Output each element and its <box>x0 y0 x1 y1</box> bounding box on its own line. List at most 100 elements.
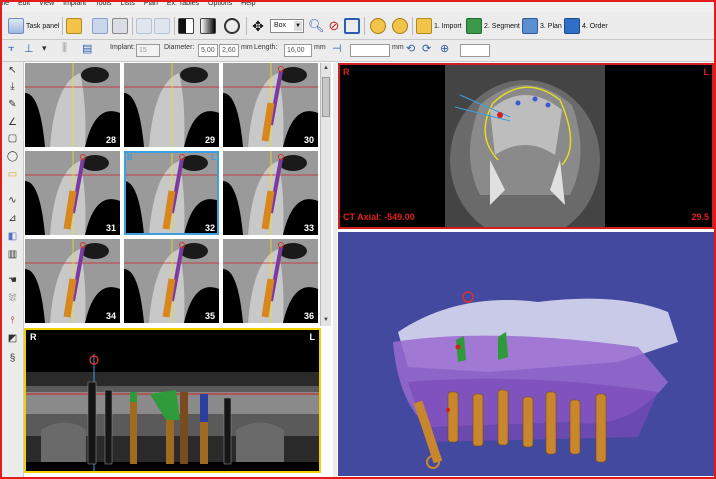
slice-number: 31 <box>105 223 116 233</box>
menu-item[interactable]: Implant <box>63 2 86 8</box>
redo-button[interactable] <box>154 16 170 36</box>
menu-item[interactable]: Tools <box>95 2 111 8</box>
grid-scrollbar[interactable]: ▲ ▼ <box>320 63 331 326</box>
angle-tool-icon[interactable]: ∠ <box>6 116 19 129</box>
menu-item[interactable]: Ex. Tables <box>167 2 199 8</box>
offset-unit: mm <box>392 44 404 51</box>
view-mode-select[interactable]: Box ▼ <box>270 19 304 33</box>
hand-icon[interactable]: ☚ <box>6 274 19 287</box>
ellipse-icon[interactable]: ◯ <box>6 150 19 163</box>
density-icon[interactable]: ▥ <box>6 248 19 261</box>
rotate-implant-icon[interactable]: ⟲ <box>406 42 415 55</box>
undo-button[interactable] <box>136 16 152 36</box>
step-order-button[interactable]: 4. Order <box>564 16 608 36</box>
angle-field[interactable] <box>460 44 490 57</box>
cross-section-slice[interactable]: 28 <box>25 63 120 147</box>
menu-item[interactable]: Lists <box>120 2 134 8</box>
fill-icon[interactable]: ◩ <box>6 332 19 345</box>
open-button[interactable] <box>66 16 82 36</box>
implant-info-button[interactable] <box>370 16 386 36</box>
menu-item[interactable]: Options <box>208 2 232 8</box>
cross-section-grid: 28 29 30 31 B L 32 33 34 35 36 <box>25 63 319 326</box>
cross-section-slice[interactable]: 35 <box>124 239 219 323</box>
task-panel-icon <box>8 18 24 34</box>
menu-item[interactable]: View <box>39 2 54 8</box>
cross-section-slice[interactable]: 31 <box>25 151 120 235</box>
scroll-down-icon[interactable]: ▼ <box>322 316 330 325</box>
menu-bar: ile Edit View Implant Tools Lists Plan Ex. Tabl… <box>2 2 714 12</box>
3d-render-view[interactable] <box>338 232 714 476</box>
separator <box>174 17 175 35</box>
slice-number: 29 <box>204 135 215 145</box>
window-level-button[interactable] <box>200 16 216 36</box>
panoramic-image <box>26 354 319 471</box>
panoramic-left-label: L <box>309 332 316 342</box>
implant-tool-icon[interactable]: ⫯ <box>6 314 19 327</box>
zoom-reset-icon: ⊘ <box>328 18 340 33</box>
step-import-button[interactable]: 1. Import <box>416 16 462 36</box>
rotate-button[interactable] <box>224 16 240 36</box>
axial-left-label: L <box>703 67 710 77</box>
panoramic-view[interactable]: R L <box>24 328 321 473</box>
step-segment-button[interactable]: 2. Segment <box>466 16 520 36</box>
tilt-implant-icon[interactable]: ⟳ <box>422 42 431 55</box>
pointer-icon[interactable]: ↖ <box>6 64 19 77</box>
implant-settings-button[interactable] <box>392 16 408 36</box>
cross-section-slice[interactable]: 36 <box>223 239 318 323</box>
annotation-icon[interactable]: ▭ <box>6 168 19 181</box>
slice-number: 34 <box>105 311 116 321</box>
nerve-curve-icon[interactable]: ∿ <box>6 194 19 207</box>
3d-model <box>393 291 678 469</box>
move-arrows-icon: ✥ <box>252 18 264 34</box>
cross-section-slice[interactable]: 33 <box>223 151 318 235</box>
cross-section-slice[interactable]: 34 <box>25 239 120 323</box>
ct-axial-view[interactable]: R L CT Axial: -549.00 29.5 <box>338 63 714 229</box>
implant-number-field[interactable]: 15 <box>136 44 160 57</box>
panel-splitter[interactable] <box>333 63 337 477</box>
length-field[interactable]: 16,00 <box>284 44 312 57</box>
contrast-button[interactable] <box>178 16 194 36</box>
lingual-tag: L <box>211 153 216 162</box>
diameter-field[interactable]: 5,00 <box>198 44 218 57</box>
zoom-reset-button[interactable]: ⊘ <box>326 16 342 36</box>
step-plan-button[interactable]: 3. Plan <box>522 16 562 36</box>
implant-add-icon[interactable]: ⊥ <box>24 42 34 55</box>
measure-icon[interactable]: ⊣ <box>332 42 342 55</box>
cross-section-slice[interactable]: 29 <box>124 63 219 147</box>
import-folder-icon <box>416 18 432 34</box>
fit-view-button[interactable] <box>344 16 360 36</box>
cross-section-slice[interactable]: 30 <box>223 63 318 147</box>
menu-item[interactable]: Help <box>241 2 255 8</box>
length-label: Length: <box>254 44 278 51</box>
cube-icon[interactable]: ◧ <box>6 230 19 243</box>
menu-item[interactable]: Plan <box>144 2 158 8</box>
rectangle-icon[interactable]: ▢ <box>6 132 19 145</box>
print-button[interactable] <box>112 16 128 36</box>
ruler-icon[interactable]: ⊿ <box>6 212 19 225</box>
scroll-thumb[interactable] <box>322 77 330 117</box>
implant-library-icon[interactable]: ▤ <box>82 42 92 55</box>
menu-item[interactable]: ile <box>2 2 9 8</box>
panoramic-right-label: R <box>30 332 37 342</box>
save-button[interactable] <box>92 16 108 36</box>
spray-icon[interactable]: ⛆ <box>6 292 19 305</box>
cross-section-slice[interactable]: B L 32 <box>124 151 219 235</box>
separator <box>412 17 413 35</box>
menu-item[interactable]: Edit <box>18 2 30 8</box>
align-implant-icon[interactable]: ⊕ <box>440 42 449 55</box>
dropdown-arrow-icon[interactable]: ▾ <box>42 43 47 54</box>
implant-tool-icon[interactable]: ⫟ <box>8 42 15 55</box>
drill-icon[interactable]: ⤓ <box>6 80 19 93</box>
pen-icon[interactable]: ✎ <box>6 98 19 111</box>
task-panel-button[interactable]: Task panel <box>8 16 59 36</box>
slice-number: 32 <box>204 223 215 233</box>
diameter-secondary-field[interactable]: 2,60 <box>219 44 239 57</box>
fit-view-icon <box>344 18 360 34</box>
lasso-icon[interactable]: § <box>6 352 19 365</box>
diameter-unit: mm <box>241 44 253 51</box>
zoom-button[interactable]: 🔍︎ <box>308 16 325 36</box>
pan-button[interactable]: ✥ <box>250 16 266 36</box>
offset-field[interactable] <box>350 44 390 57</box>
slice-number: 36 <box>303 311 314 321</box>
scroll-up-icon[interactable]: ▲ <box>322 64 330 73</box>
